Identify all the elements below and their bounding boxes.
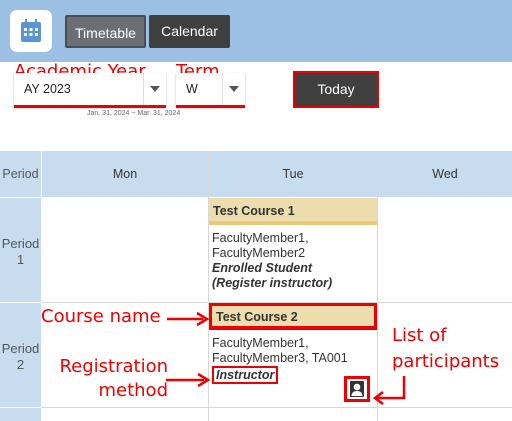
course-title[interactable]: Test Course 2: [209, 303, 377, 330]
tab-timetable[interactable]: Timetable: [65, 15, 146, 48]
chevron-down-icon: [143, 73, 166, 106]
course-instructors: FacultyMember1, FacultyMember2: [212, 231, 309, 260]
arrow-left-icon: [372, 376, 406, 405]
term-select[interactable]: W: [176, 73, 245, 107]
period-column-header: Period: [0, 151, 41, 197]
course-details: FacultyMember1, FacultyMember2 Enrolled …: [209, 225, 377, 291]
arrow-right-icon: [166, 372, 210, 388]
day-header-mon: Mon: [42, 151, 208, 197]
academic-year-value: AY 2023: [24, 82, 71, 96]
annotation-list-of-participants: List of participants: [392, 325, 500, 372]
term-value: W: [186, 82, 198, 96]
grid-divider: [41, 407, 512, 408]
top-bar: Timetable Calendar: [0, 0, 512, 62]
registration-method: Enrolled Student (Register instructor): [212, 261, 333, 290]
period-3-label: [0, 408, 41, 421]
day-header-wed: Wed: [378, 151, 512, 197]
chevron-down-icon: [222, 73, 245, 106]
day-header-tue: Tue: [209, 151, 377, 197]
participants-button[interactable]: [344, 376, 370, 402]
period-2-label: Period 2: [0, 303, 41, 407]
academic-year-highlight: [14, 105, 166, 108]
arrow-right-icon: [167, 311, 209, 327]
annotation-course-name: Course name: [41, 306, 161, 327]
course-card-1[interactable]: Test Course 1 FacultyMember1, FacultyMem…: [209, 198, 377, 302]
today-button[interactable]: Today: [293, 71, 379, 108]
course-title[interactable]: Test Course 1: [209, 198, 377, 225]
term-highlight: [176, 105, 245, 108]
participants-icon: [350, 381, 364, 397]
tab-calendar[interactable]: Calendar: [149, 15, 230, 48]
period-1-label: Period 1: [0, 198, 41, 302]
calendar-app-icon[interactable]: [10, 10, 52, 52]
date-range: Jan. 31, 2024 ~ Mar. 31, 2024: [87, 110, 181, 117]
course-instructors: FacultyMember1, FacultyMember3, TA001: [212, 336, 348, 365]
course-card-2[interactable]: Test Course 2 FacultyMember1, FacultyMem…: [209, 303, 377, 407]
annotation-registration-method: Registration method: [59, 356, 168, 401]
academic-year-select[interactable]: AY 2023: [14, 73, 166, 107]
registration-method: Instructor: [212, 366, 279, 384]
